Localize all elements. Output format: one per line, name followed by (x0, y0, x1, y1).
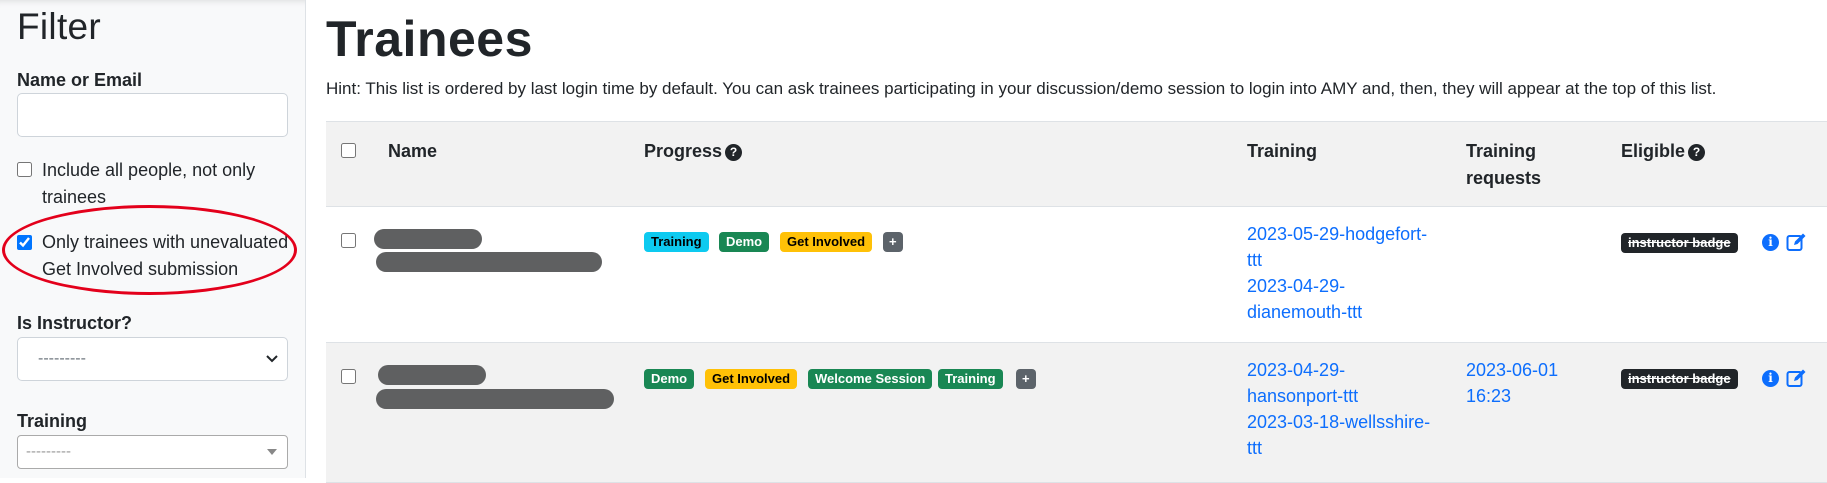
edit-icon[interactable] (1786, 368, 1807, 388)
column-eligible: Eligible? (1621, 138, 1706, 165)
name-email-input[interactable] (17, 93, 288, 137)
progress-more-button[interactable]: + (883, 232, 903, 252)
caret-down-icon (267, 449, 277, 455)
filter-title: Filter (17, 6, 102, 47)
table-row: Demo Get Involved Welcome Session Traini… (326, 343, 1827, 483)
column-progress-label: Progress (644, 141, 723, 161)
training-value: --------- (26, 443, 71, 460)
eligible-badge: instructor badge (1621, 233, 1738, 253)
is-instructor-select[interactable]: --------- (17, 337, 288, 381)
question-circle-icon[interactable]: ? (725, 144, 743, 161)
progress-badge-get-involved: Get Involved (705, 369, 798, 389)
row-checkbox[interactable] (341, 369, 356, 384)
filter-sidebar: Filter Name or Email Include all people,… (0, 0, 306, 478)
name-email-label: Name or Email (17, 70, 143, 90)
progress-badge-training: Training (644, 232, 709, 252)
chevron-down-icon (265, 338, 279, 396)
row-checkbox[interactable] (341, 233, 356, 248)
include-all-label: Include all people, not only trainees (42, 160, 256, 207)
redacted-name (374, 229, 482, 249)
select-all-checkbox[interactable] (341, 143, 356, 158)
progress-more-button[interactable]: + (1016, 369, 1036, 389)
eligible-badge: instructor badge (1621, 369, 1738, 389)
column-name: Name (388, 141, 438, 161)
page-title: Trainees (326, 11, 533, 67)
table-row: Training Demo Get Involved + 2023-05-29-… (326, 207, 1827, 343)
info-icon[interactable]: i (1762, 370, 1779, 387)
training-request-link[interactable]: 2023-06-01 16:23 (1466, 357, 1566, 409)
is-instructor-label: Is Instructor? (17, 313, 133, 333)
main-content: Trainees Hint: This list is ordered by l… (306, 0, 1827, 483)
edit-icon[interactable] (1786, 232, 1807, 252)
progress-badge-demo: Demo (644, 369, 695, 389)
column-training-requests: Training requests (1466, 141, 1542, 188)
info-icon[interactable]: i (1762, 234, 1779, 251)
training-select[interactable]: --------- (17, 435, 288, 469)
progress-badge-welcome-session: Welcome Session (808, 369, 933, 389)
training-link[interactable]: 2023-04-29-dianemouth-ttt (1247, 273, 1437, 325)
progress-badge-demo: Demo (719, 232, 770, 252)
progress-badge-training: Training (938, 369, 1003, 389)
table-header: Name Progress? Training Training request… (326, 121, 1827, 207)
progress-badge-get-involved: Get Involved (780, 232, 873, 252)
red-highlight-ellipse (2, 205, 297, 295)
training-link[interactable]: 2023-04-29-hansonport-ttt (1247, 357, 1437, 409)
training-link[interactable]: 2023-03-18-wellsshire-ttt (1247, 409, 1437, 461)
column-eligible-label: Eligible (1621, 141, 1686, 161)
question-circle-icon[interactable]: ? (1688, 144, 1706, 161)
column-progress: Progress? (644, 138, 743, 165)
training-link[interactable]: 2023-05-29-hodgefort-ttt (1247, 221, 1437, 273)
redacted-email (376, 389, 614, 409)
is-instructor-value: --------- (38, 350, 86, 367)
column-training: Training (1247, 141, 1318, 161)
hint-text: Hint: This list is ordered by last login… (326, 79, 1717, 98)
training-label: Training (17, 411, 88, 431)
redacted-email (376, 252, 602, 272)
redacted-name (378, 365, 486, 385)
include-all-checkbox[interactable] (17, 162, 32, 177)
